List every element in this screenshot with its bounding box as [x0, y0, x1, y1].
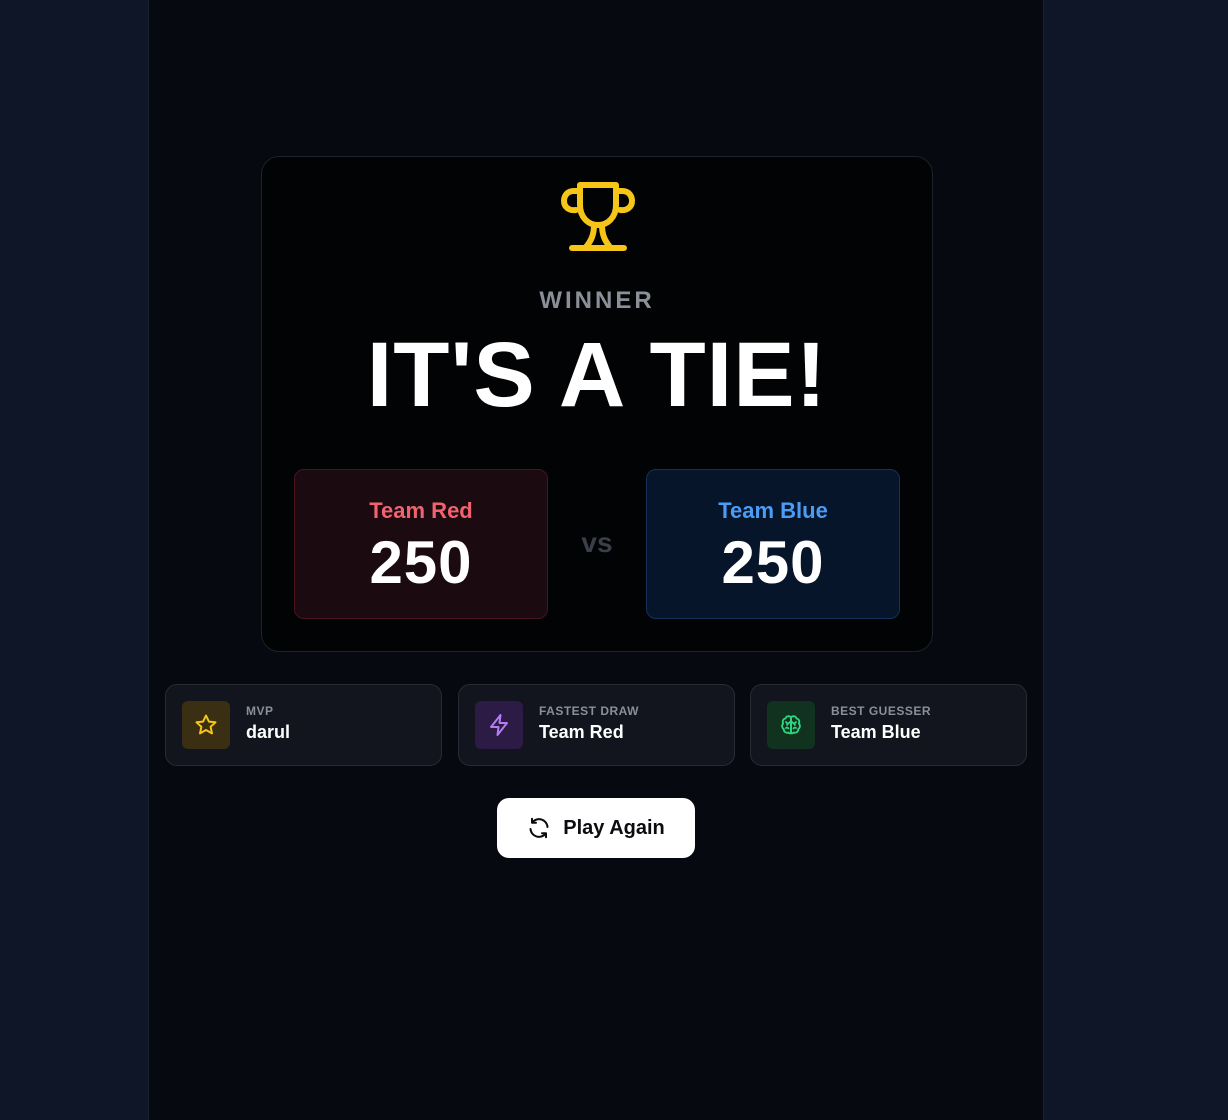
award-fastest-draw: FASTEST DRAW Team Red: [458, 684, 735, 766]
team-blue-score-card: Team Blue 250: [646, 469, 900, 619]
trophy-icon: [561, 182, 635, 251]
award-value: Team Red: [539, 722, 624, 742]
award-mvp: MVP darul: [165, 684, 442, 766]
star-icon: [195, 714, 217, 735]
award-icon-box: [767, 701, 815, 749]
award-label: BEST GUESSER: [831, 704, 932, 718]
award-icon-box: [475, 701, 523, 749]
award-value: darul: [246, 722, 291, 742]
refresh-icon: [529, 817, 549, 839]
vs-label: vs: [581, 527, 613, 558]
app-column: WINNER IT'S A TIE! Team Red 250 vs Team …: [148, 0, 1044, 1120]
team-name: Team Blue: [718, 498, 828, 523]
brain-icon: [781, 715, 801, 735]
play-again-button[interactable]: Play Again: [497, 798, 695, 858]
team-score: 250: [369, 529, 473, 596]
award-best-guesser: BEST GUESSER Team Blue: [750, 684, 1027, 766]
winner-title: IT'S A TIE!: [366, 324, 828, 426]
award-label: MVP: [246, 704, 274, 718]
award-label: FASTEST DRAW: [539, 704, 640, 718]
play-again-label: Play Again: [563, 816, 665, 839]
team-name: Team Red: [369, 498, 473, 523]
award-icon-box: [182, 701, 230, 749]
team-red-score-card: Team Red 250: [294, 469, 548, 619]
award-value: Team Blue: [831, 722, 921, 742]
lightning-icon: [490, 714, 508, 736]
winner-label: WINNER: [539, 287, 655, 314]
team-score: 250: [721, 529, 825, 596]
winner-card: WINNER IT'S A TIE! Team Red 250 vs Team …: [261, 156, 933, 652]
